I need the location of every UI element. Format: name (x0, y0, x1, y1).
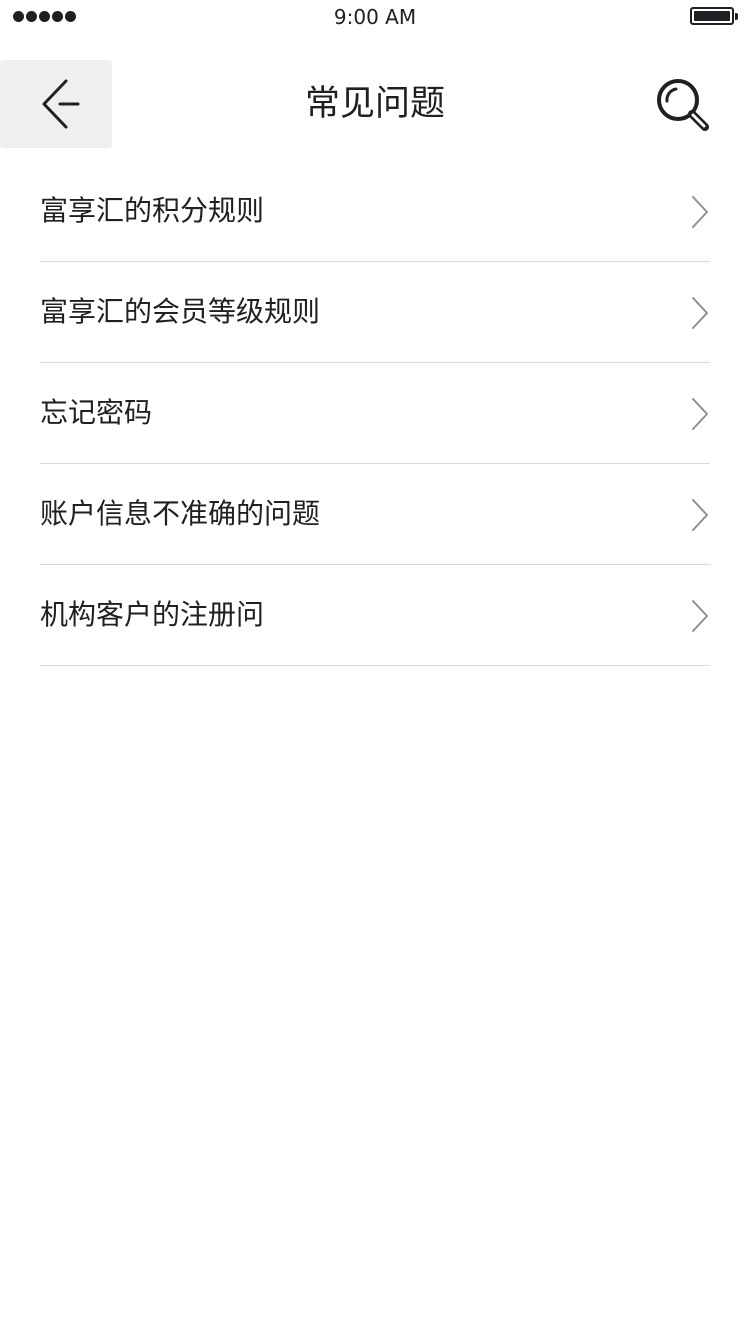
page-title: 常见问题 (304, 84, 445, 124)
faq-item-label: 富享汇的会员等级规则 (40, 295, 321, 328)
nav-bar: 常见问题 (0, 60, 750, 148)
faq-item-points-rules[interactable]: 富享汇的积分规则 (40, 161, 710, 262)
battery-icon (690, 7, 738, 25)
chevron-right-icon (692, 297, 708, 329)
faq-item-account-info-inaccurate[interactable]: 账户信息不准确的问题 (40, 464, 710, 565)
back-arrow-icon (42, 79, 80, 129)
faq-item-label: 富享汇的积分规则 (40, 194, 265, 227)
search-button[interactable] (652, 74, 718, 136)
back-button[interactable] (0, 60, 112, 148)
faq-item-membership-level-rules[interactable]: 富享汇的会员等级规则 (40, 262, 710, 363)
faq-item-label: 账户信息不准确的问题 (40, 497, 321, 530)
faq-item-label: 忘记密码 (40, 396, 153, 429)
status-bar: 9:00 AM (0, 0, 750, 36)
search-icon (657, 79, 709, 131)
chevron-right-icon (692, 398, 708, 430)
faq-item-institution-registration[interactable]: 机构客户的注册问 (40, 565, 710, 666)
chevron-right-icon (692, 600, 708, 632)
faq-item-forgot-password[interactable]: 忘记密码 (40, 363, 710, 464)
status-time: 9:00 AM (333, 5, 417, 29)
chevron-right-icon (692, 499, 708, 531)
faq-item-label: 机构客户的注册问 (40, 598, 265, 631)
chevron-right-icon (692, 196, 708, 228)
faq-list: 富享汇的积分规则 富享汇的会员等级规则 忘记密码 账户信息不准确的问题 机构客户… (0, 161, 750, 666)
